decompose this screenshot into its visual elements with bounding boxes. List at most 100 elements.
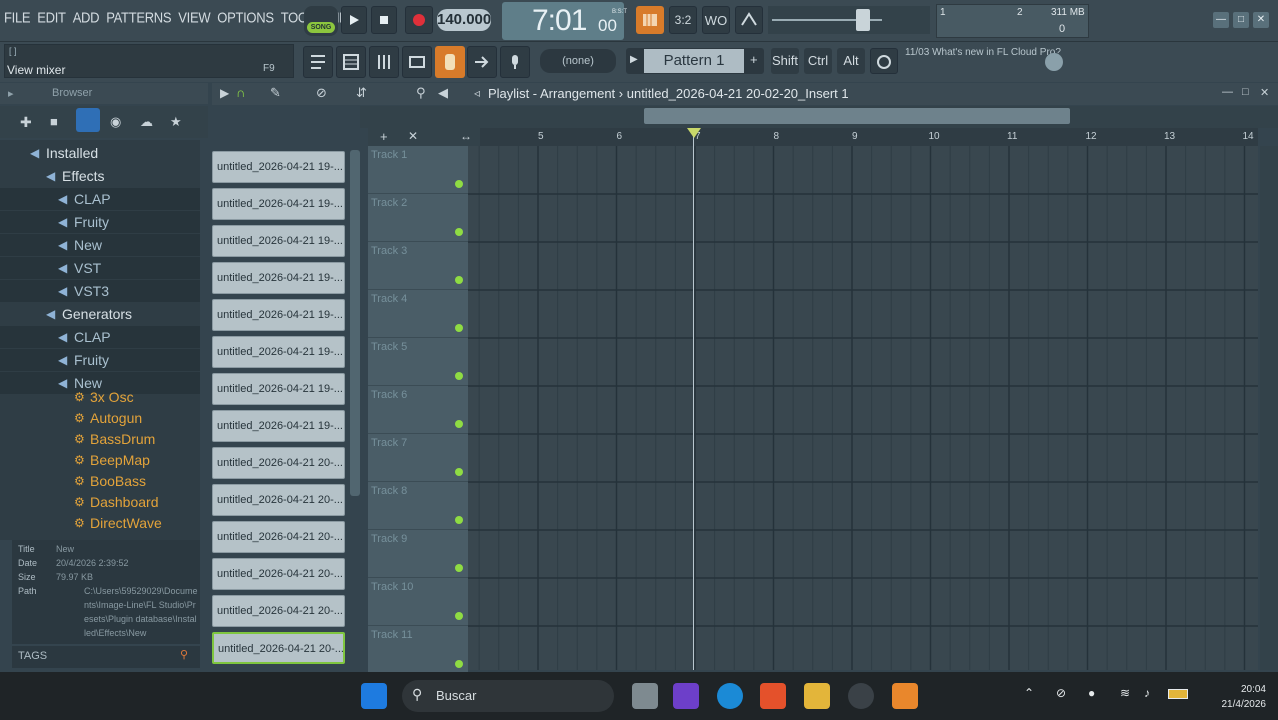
playlist-arrow-icon[interactable]: ▶ [220, 86, 229, 100]
menu-item-file[interactable]: FILE [4, 9, 31, 26]
resize-icon[interactable]: ↔ [460, 129, 472, 143]
close-track-icon[interactable]: ✕ [408, 129, 418, 143]
ctrl-button[interactable]: Ctrl [804, 48, 832, 74]
folder-item[interactable]: ◀ CLAP [0, 326, 200, 349]
master-volume-slider[interactable] [768, 6, 930, 34]
pattern-name[interactable]: Pattern 1 [644, 49, 744, 73]
pattern-list-item[interactable]: untitled_2026-04-21 19-... [212, 188, 345, 220]
erase-icon[interactable]: ⊘ [316, 85, 327, 101]
track-header[interactable]: Track 2 [368, 194, 468, 242]
folder-item[interactable]: ◀ Fruity [0, 349, 200, 372]
playhead-marker[interactable] [687, 128, 701, 138]
metronome-button[interactable] [735, 6, 763, 34]
plugin-item[interactable]: ⚙ BassDrum [0, 428, 200, 450]
news-ticker[interactable]: 11/03 What's new in FL Cloud Pro? [905, 46, 1065, 76]
play-button[interactable] [341, 6, 367, 34]
folder-item[interactable]: ◀ New [0, 234, 200, 257]
pattern-list-item[interactable]: untitled_2026-04-21 19-... [212, 225, 345, 257]
news-button[interactable] [870, 48, 898, 74]
track-header[interactable]: Track 4 [368, 290, 468, 338]
pattern-list-item[interactable]: untitled_2026-04-21 20-... [212, 521, 345, 553]
slider-knob[interactable] [856, 9, 870, 31]
piano-roll-button[interactable] [336, 46, 366, 78]
folder-item[interactable]: ◀ Generators [0, 303, 200, 325]
pattern-list-item[interactable]: untitled_2026-04-21 19-... [212, 151, 345, 183]
pencil-icon[interactable]: ✎ [270, 85, 281, 101]
playback-icon[interactable]: ◀ [438, 85, 448, 101]
playlist-button[interactable] [303, 46, 333, 78]
mixer-button[interactable] [369, 46, 399, 78]
pattern-selector[interactable]: ▶ Pattern 1 + [626, 48, 764, 74]
tray-up-icon[interactable]: ⌃ [1024, 686, 1034, 700]
song-mode-toggle[interactable]: SONG [304, 6, 338, 36]
add-track-icon[interactable]: + [380, 129, 388, 144]
browser-button[interactable] [467, 46, 497, 78]
step-edit-button[interactable]: 3:2 [669, 6, 697, 34]
battery-icon[interactable] [1168, 689, 1188, 699]
files-icon[interactable]: ■ [50, 114, 58, 129]
plugin-item[interactable]: ⚙ BooBass [0, 470, 200, 492]
playlist-minimize-icon[interactable]: — [1222, 86, 1233, 98]
copilot-icon[interactable] [673, 683, 699, 709]
tempo-display[interactable]: 140.000 [437, 9, 491, 31]
time-display[interactable]: 7:01 00 B:S:T [502, 2, 627, 40]
track-mute-led[interactable] [455, 276, 463, 284]
world-icon[interactable]: ◉ [110, 114, 121, 130]
edge-icon[interactable] [717, 683, 743, 709]
track-mute-led[interactable] [455, 612, 463, 620]
audio-input-button[interactable] [500, 46, 530, 78]
snap-selector[interactable]: (none) [540, 49, 616, 73]
globe-icon[interactable] [1045, 53, 1063, 71]
track-mute-led[interactable] [455, 420, 463, 428]
folder-item[interactable]: ◀ VST3 [0, 280, 200, 303]
horizontal-scrollbar[interactable] [644, 108, 1070, 124]
track-header[interactable]: Track 10 [368, 578, 468, 626]
cloud-icon[interactable]: ☁ [140, 114, 153, 130]
fl-studio-icon[interactable] [892, 683, 918, 709]
channel-rack-button[interactable] [435, 46, 465, 78]
plugin-db-icon[interactable] [76, 108, 100, 132]
folder-item[interactable]: ◀ Fruity [0, 211, 200, 233]
track-header[interactable]: Track 8 [368, 482, 468, 530]
brave-icon[interactable] [760, 683, 786, 709]
timeline-ruler[interactable]: 5 6 7 8 9 10 11 12 13 14 [480, 128, 1258, 146]
track-header[interactable]: Track 11 [368, 626, 468, 674]
folder-item[interactable]: ◀ Installed [0, 142, 200, 164]
browser-back-icon[interactable]: ✚ [20, 114, 32, 131]
plugin-item[interactable]: ⚙ DirectWave [0, 512, 200, 534]
tray-mic-icon[interactable]: ● [1088, 686, 1095, 700]
pattern-list-item[interactable]: untitled_2026-04-21 20-... [212, 558, 345, 590]
menu-item-edit[interactable]: EDIT [37, 9, 66, 26]
track-mute-led[interactable] [455, 468, 463, 476]
pattern-list-item[interactable]: untitled_2026-04-21 20-... [212, 447, 345, 479]
pattern-list-item[interactable]: untitled_2026-04-21 19-... [212, 373, 345, 405]
obs-icon[interactable] [848, 683, 874, 709]
maximize-button[interactable]: □ [1233, 12, 1249, 28]
menu-item-options[interactable]: OPTIONS [217, 9, 274, 26]
vertical-scrollbar[interactable] [1260, 146, 1278, 670]
task-view-icon[interactable] [632, 683, 658, 709]
star-icon[interactable]: ★ [170, 114, 182, 130]
pattern-song-mode-button[interactable] [636, 6, 664, 34]
search-icon[interactable]: ⚲ [180, 648, 188, 661]
zoom-icon[interactable]: ⚲ [416, 85, 426, 101]
track-header[interactable]: Track 6 [368, 386, 468, 434]
folder-item[interactable]: ◀ CLAP [0, 188, 200, 210]
track-mute-led[interactable] [455, 228, 463, 236]
plugin-picker-button[interactable] [402, 46, 432, 78]
close-button[interactable]: ✕ [1253, 12, 1269, 28]
playlist-close-icon[interactable]: ✕ [1260, 86, 1269, 99]
playlist-maximize-icon[interactable]: □ [1242, 86, 1249, 98]
record-button[interactable] [405, 6, 433, 34]
menu-item-view[interactable]: VIEW [178, 9, 210, 26]
track-header[interactable]: Track 5 [368, 338, 468, 386]
tray-network-icon[interactable]: ⊘ [1056, 686, 1066, 700]
track-mute-led[interactable] [455, 516, 463, 524]
pattern-list-item[interactable]: untitled_2026-04-21 19-... [212, 262, 345, 294]
magnet-icon[interactable]: ∩ [236, 85, 245, 100]
plugin-item[interactable]: ⚙ BeepMap [0, 449, 200, 471]
pattern-list-item[interactable]: untitled_2026-04-21 19-... [212, 410, 345, 442]
tags-bar[interactable]: TAGS ⚲ [12, 646, 200, 668]
taskbar-search[interactable]: ⚲ Buscar [402, 680, 614, 712]
shift-button[interactable]: Shift [771, 48, 799, 74]
